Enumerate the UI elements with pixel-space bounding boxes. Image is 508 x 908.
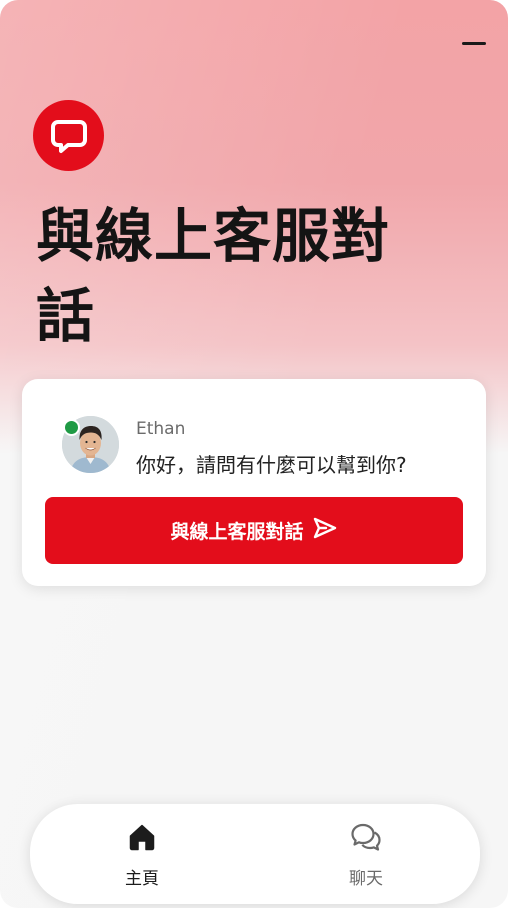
agent-card: Ethan 你好，請問有什麼可以幫到你? 與線上客服對話 <box>22 379 486 586</box>
start-chat-button-label: 與線上客服對話 <box>170 521 304 543</box>
bottom-navigation: 主頁 聊天 <box>30 804 480 904</box>
chat-logo-icon <box>33 100 104 171</box>
nav-item-home[interactable]: 主頁 <box>87 822 197 892</box>
chat-bubbles-icon <box>350 822 382 856</box>
nav-item-chat[interactable]: 聊天 <box>311 822 421 892</box>
chat-widget: 與線上客服對話 Ethan 你好，請問有什麼可以幫到你? 與線上客服對話 主頁 … <box>0 0 508 908</box>
home-icon <box>127 822 157 856</box>
agent-name: Ethan <box>136 419 186 439</box>
nav-item-home-label: 主頁 <box>125 869 159 889</box>
online-status-indicator <box>63 419 80 436</box>
nav-item-chat-label: 聊天 <box>349 869 383 889</box>
minimize-button[interactable] <box>460 33 488 53</box>
send-icon <box>312 516 338 545</box>
start-chat-button[interactable]: 與線上客服對話 <box>45 497 463 564</box>
agent-greeting-message: 你好，請問有什麼可以幫到你? <box>136 453 407 477</box>
page-title: 與線上客服對話 <box>36 202 391 350</box>
minimize-icon <box>462 42 486 45</box>
